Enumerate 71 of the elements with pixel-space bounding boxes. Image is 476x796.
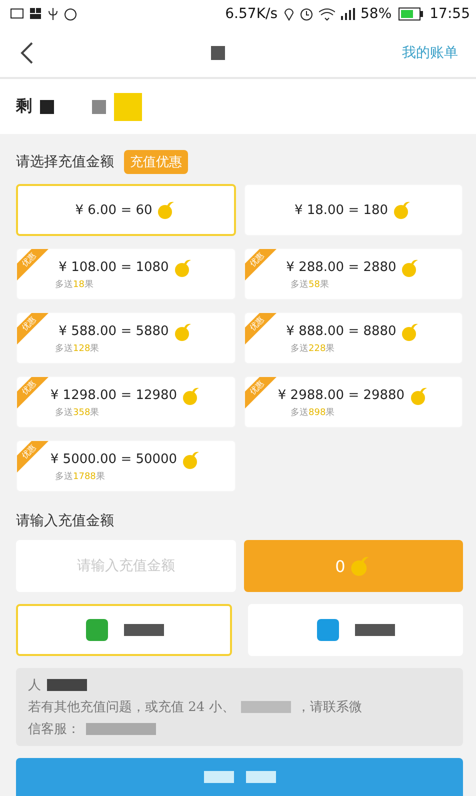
pixelated-mark (47, 679, 87, 692)
notice-text: ，请联系微 (296, 699, 362, 716)
pixelated-mark (204, 771, 234, 784)
signal-icon (340, 8, 355, 21)
wifi-icon (318, 7, 335, 22)
notice-heading: 人 (28, 677, 41, 694)
app-grid-icon (30, 8, 42, 20)
payment-logo-icon (84, 617, 110, 644)
location-icon (284, 7, 294, 22)
balance-label: 剩 (16, 96, 32, 118)
bonus-text: 多送128果 (55, 342, 100, 355)
coin-result-value: 0 (335, 556, 346, 576)
option-amount: ¥ 5000.00 = 50000 (50, 452, 178, 468)
option-amount: ¥ 288.00 = 2880 (286, 260, 396, 276)
fruit-coin-icon (400, 258, 420, 278)
option-amount: ¥ 1298.00 = 12980 (50, 388, 178, 404)
pixelated-mark (124, 624, 164, 636)
fruit-coin-icon (156, 200, 176, 220)
bonus-text: 多送58果 (290, 278, 329, 291)
recharge-option[interactable]: 优惠 ¥ 588.00 = 5880 多送128果 (16, 312, 236, 364)
notice-text: 信客服： (28, 721, 80, 738)
fruit-coin-icon (172, 258, 193, 278)
recharge-option[interactable]: 优惠 ¥ 108.00 = 1080 多送18果 (16, 248, 236, 300)
promo-badge: 充值优惠 (124, 150, 188, 174)
bonus-text: 多送358果 (55, 406, 100, 419)
payment-logo-icon (315, 617, 342, 644)
fruit-coin-icon (400, 322, 420, 342)
pixelated-mark (355, 624, 396, 636)
pixelated-mark (246, 771, 276, 784)
pixelated-mark (92, 100, 106, 114)
recharge-option[interactable]: ¥ 18.00 = 180 (244, 184, 463, 236)
option-amount: ¥ 18.00 = 180 (294, 202, 388, 218)
payment-method-option[interactable] (16, 604, 232, 656)
recharge-option[interactable]: ¥ 6.00 = 60 (16, 184, 236, 236)
option-amount: ¥ 108.00 = 1080 (58, 260, 169, 276)
back-icon[interactable] (20, 40, 34, 65)
pixelated-mark (40, 100, 54, 114)
message-icon (10, 8, 24, 20)
more-circle-icon (64, 8, 77, 21)
fruit-coin-icon (392, 200, 412, 220)
recharge-option[interactable]: 优惠 ¥ 888.00 = 8880 多送228果 (244, 312, 463, 364)
alarm-icon (300, 8, 313, 21)
notice-text: 若有其他充值问题，或充值 24 小、 (28, 699, 235, 716)
bonus-text: 多送898果 (290, 406, 335, 419)
custom-amount-label: 请输入充值金额 (16, 512, 114, 530)
recharge-option[interactable]: 优惠 ¥ 5000.00 = 50000 多送1788果 (16, 440, 236, 492)
battery-icon (398, 7, 424, 22)
pixelated-title (211, 46, 225, 60)
option-amount: ¥ 2988.00 = 29880 (278, 388, 405, 404)
battery-percentage: 58% (360, 6, 392, 22)
pixelated-mark (86, 723, 156, 736)
bonus-text: 多送18果 (55, 278, 94, 291)
network-speed: 6.57K/s (225, 6, 278, 22)
bonus-text: 多送228果 (290, 342, 335, 355)
recharge-option[interactable]: 优惠 ¥ 2988.00 = 29880 多送898果 (244, 376, 463, 428)
fruit-coin-icon (349, 555, 372, 578)
clock-time: 17:55 (430, 6, 470, 22)
fruit-coin-icon (181, 450, 202, 470)
pixelated-mark (240, 701, 291, 714)
section-title: 请选择充值金额 (16, 153, 114, 172)
option-amount: ¥ 888.00 = 8880 (286, 324, 396, 340)
fruit-coin-icon (181, 386, 202, 406)
fruit-coin-icon (408, 386, 429, 406)
recharge-option[interactable]: 优惠 ¥ 288.00 = 2880 多送58果 (244, 248, 463, 300)
fruit-coin-icon (172, 322, 193, 342)
pixelated-mark (114, 92, 142, 121)
recharge-option[interactable]: 优惠 ¥ 1298.00 = 12980 多送358果 (16, 376, 236, 428)
option-amount: ¥ 588.00 = 5880 (58, 324, 169, 340)
usb-icon (48, 7, 58, 22)
bonus-text: 多送1788果 (55, 470, 105, 483)
option-amount: ¥ 6.00 = 60 (75, 202, 152, 218)
